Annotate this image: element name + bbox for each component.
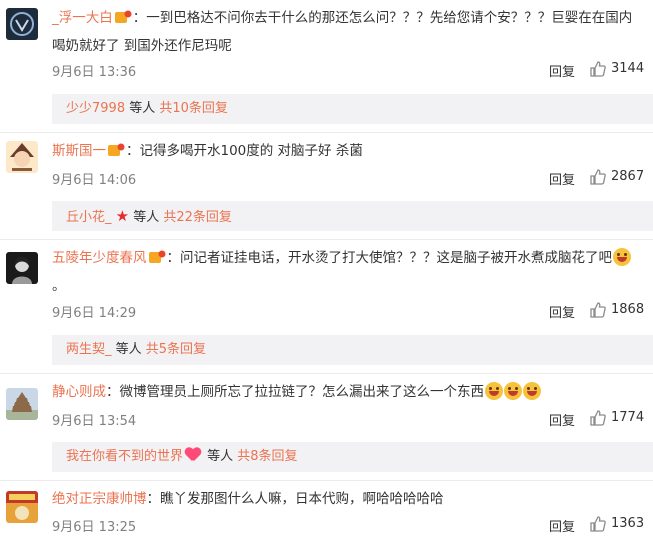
comment-username[interactable]: _浮一大白 xyxy=(52,10,113,26)
comment-username[interactable]: 五陵年少度春风 xyxy=(52,250,147,266)
like-count: 1774 xyxy=(611,410,645,425)
divider xyxy=(0,480,653,481)
reply-user[interactable]: 丘小花_ xyxy=(66,210,112,225)
like-button[interactable]: 1868 xyxy=(587,300,653,322)
thumbs-up-icon xyxy=(590,169,606,185)
reply-button[interactable]: 回复 xyxy=(549,169,575,188)
comment-body: ：微博管理员上厕所忘了拉拉链了？怎么漏出来了这么一个东西 xyxy=(106,384,484,400)
avatar[interactable] xyxy=(6,491,38,523)
comment-body: ：问记者证挂电话，开水烫了打大使馆？？？这是脑子被开水煮成脑花了吧 xyxy=(166,250,613,266)
reply-button[interactable]: 回复 xyxy=(549,410,575,429)
more-replies-link[interactable]: 丘小花_ ★ 等人 共22条回复 xyxy=(52,201,653,231)
like-button[interactable]: 3144 xyxy=(587,59,653,81)
laugh-cry-emoji-icon xyxy=(504,382,522,400)
star-icon: ★ xyxy=(115,207,130,225)
comment-meta: 9月6日 13:54 回复 1774 xyxy=(52,410,653,430)
reply-count[interactable]: 共10条回复 xyxy=(159,101,228,116)
comment-text: 斯斯国一 ：记得多喝开水100度的 对脑子好 杀菌 xyxy=(52,139,641,167)
comment-date: 9月6日 13:25 xyxy=(52,520,137,535)
reply-button[interactable]: 回复 xyxy=(549,516,575,535)
divider xyxy=(0,239,653,240)
reply-user[interactable]: 我在你看不到的世界 xyxy=(66,449,183,464)
comment-text: 绝对正宗康帅博：瞧丫发那图什么人嘛，日本代购，啊哈哈哈哈哈 xyxy=(52,487,641,512)
vip-badge-icon xyxy=(114,9,132,34)
comment-meta: 9月6日 13:25 回复 1363 xyxy=(52,516,653,536)
comment-body: ：记得多喝开水100度的 对脑子好 杀菌 xyxy=(126,143,363,159)
heart-icon xyxy=(185,448,201,462)
vip-badge-icon xyxy=(148,249,166,274)
like-count: 2867 xyxy=(611,169,645,184)
reply-count[interactable]: 共8条回复 xyxy=(237,449,297,464)
avatar[interactable] xyxy=(6,388,38,420)
reply-button[interactable]: 回复 xyxy=(549,302,575,321)
comment-body: ：一到巴格达不问你去干什么的那还怎么问？？？先给您请个安？？？巨婴在在国内喝奶就… xyxy=(52,10,633,54)
comment-date: 9月6日 13:36 xyxy=(52,65,137,80)
thumbs-up-icon xyxy=(590,302,606,318)
comment-username[interactable]: 绝对正宗康帅博 xyxy=(52,491,147,507)
like-button[interactable]: 1363 xyxy=(587,514,653,536)
more-replies-link[interactable]: 两生契_ 等人 共5条回复 xyxy=(52,335,653,365)
like-count: 1868 xyxy=(611,302,645,317)
comment-text: 静心则成：微博管理员上厕所忘了拉拉链了？怎么漏出来了这么一个东西 xyxy=(52,380,641,405)
thumbs-up-icon xyxy=(590,516,606,532)
reply-count[interactable]: 共5条回复 xyxy=(146,342,206,357)
comment-meta: 9月6日 13:36 回复 3144 xyxy=(52,61,653,81)
comment-username[interactable]: 静心则成 xyxy=(52,384,106,400)
like-count: 3144 xyxy=(611,61,645,76)
divider xyxy=(0,373,653,374)
comment-text: 五陵年少度春风 ：问记者证挂电话，开水烫了打大使馆？？？这是脑子被开水煮成脑花了吧… xyxy=(52,246,641,299)
laugh-cry-emoji-icon xyxy=(613,248,631,266)
more-replies-link[interactable]: 我在你看不到的世界 等人 共8条回复 xyxy=(52,442,653,472)
comment-text: _浮一大白 ：一到巴格达不问你去干什么的那还怎么问？？？先给您请个安？？？巨婴在在… xyxy=(52,6,641,59)
reply-user[interactable]: 少少7998 xyxy=(66,101,125,116)
like-button[interactable]: 1774 xyxy=(587,408,653,430)
avatar[interactable] xyxy=(6,141,38,173)
comment-date: 9月6日 13:54 xyxy=(52,414,137,429)
reply-user[interactable]: 两生契_ xyxy=(66,342,112,357)
laugh-cry-emoji-icon xyxy=(523,382,541,400)
vip-badge-icon xyxy=(107,142,125,167)
avatar[interactable] xyxy=(6,8,38,40)
comment-body: ：瞧丫发那图什么人嘛，日本代购，啊哈哈哈哈哈 xyxy=(146,491,444,507)
reply-count[interactable]: 共22条回复 xyxy=(163,210,232,225)
thumbs-up-icon xyxy=(590,61,606,77)
comment-date: 9月6日 14:06 xyxy=(52,173,137,188)
comment-meta: 9月6日 14:06 回复 2867 xyxy=(52,169,653,189)
like-count: 1363 xyxy=(611,516,645,531)
divider xyxy=(0,132,653,133)
comment-date: 9月6日 14:29 xyxy=(52,306,137,321)
laugh-cry-emoji-icon xyxy=(485,382,503,400)
comment-username[interactable]: 斯斯国一 xyxy=(52,143,106,159)
more-replies-link[interactable]: 少少7998 等人 共10条回复 xyxy=(52,94,653,124)
thumbs-up-icon xyxy=(590,410,606,426)
reply-button[interactable]: 回复 xyxy=(549,61,575,80)
avatar[interactable] xyxy=(6,252,38,284)
like-button[interactable]: 2867 xyxy=(587,167,653,189)
comment-meta: 9月6日 14:29 回复 1868 xyxy=(52,302,653,322)
